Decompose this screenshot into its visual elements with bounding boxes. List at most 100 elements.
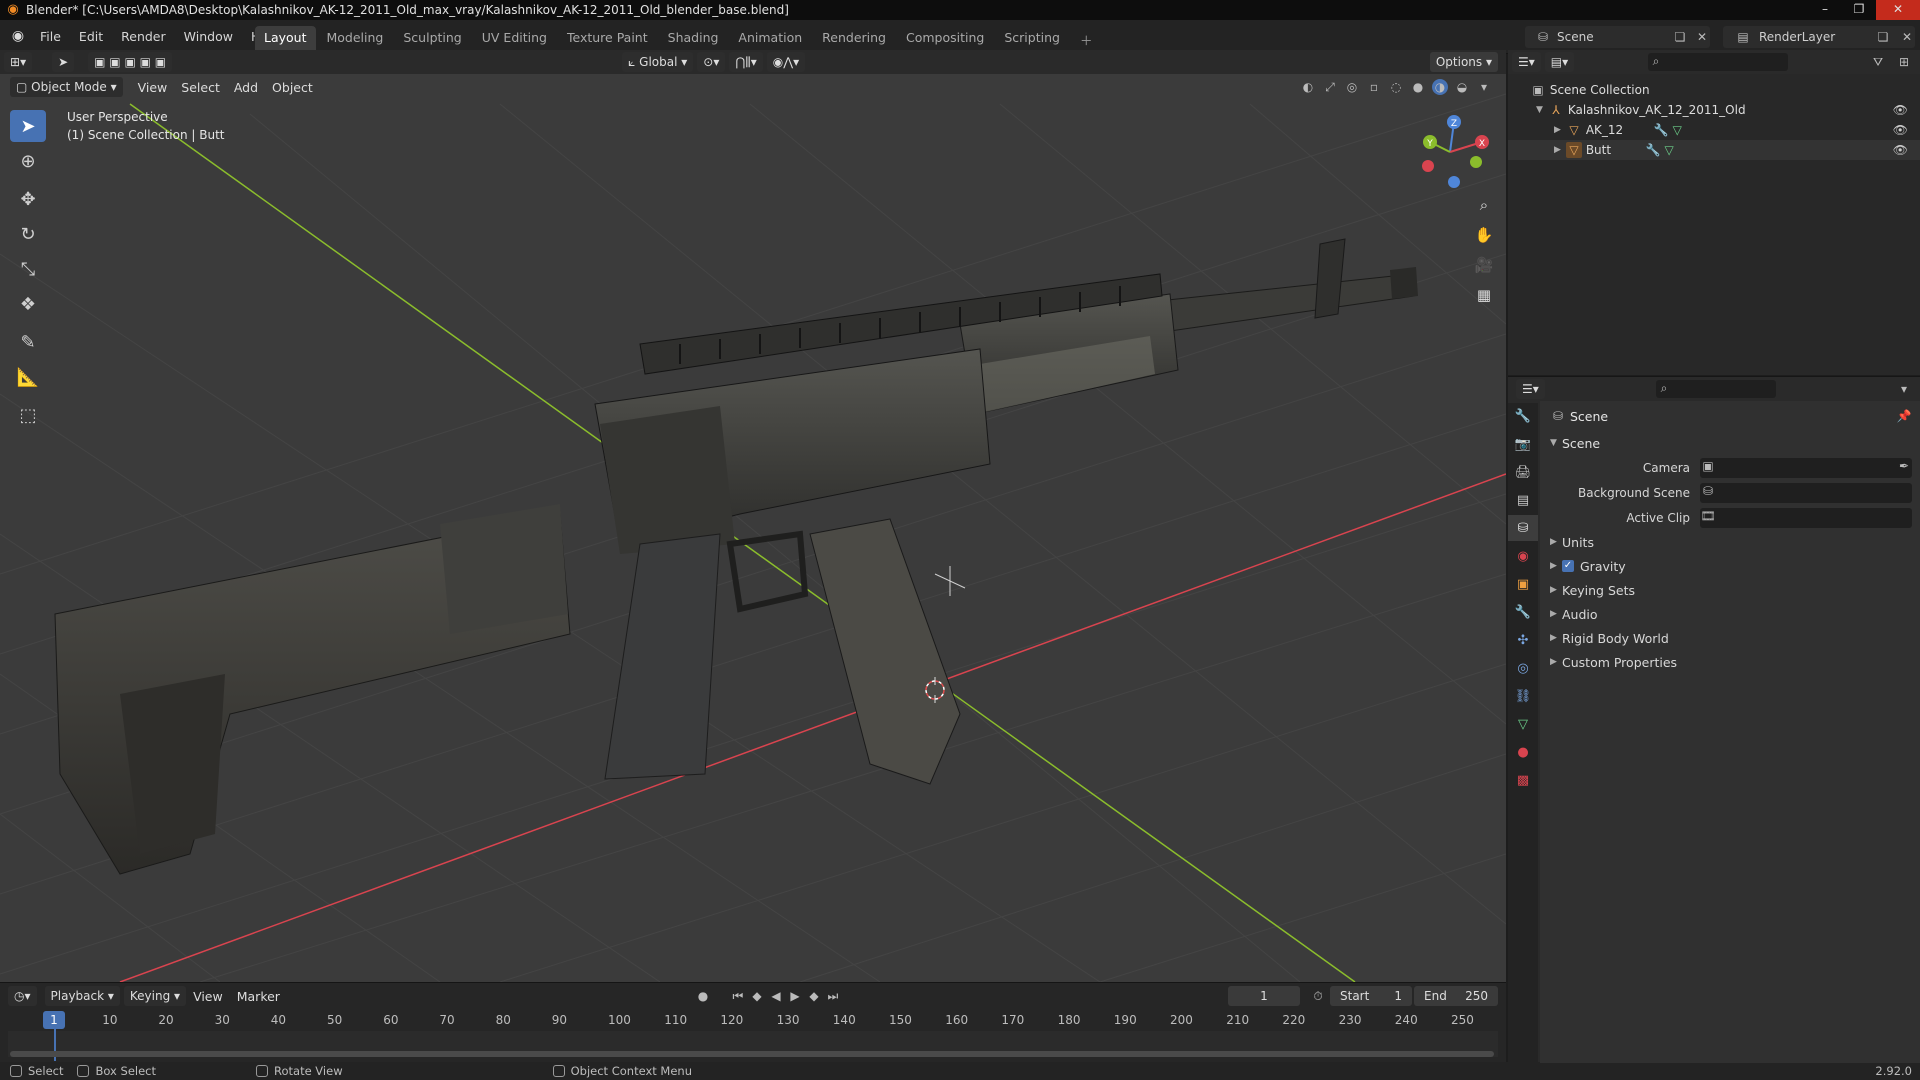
expand-down-icon[interactable]: ▼ bbox=[1536, 105, 1548, 115]
editor-type-button[interactable]: ⊞ ▾ bbox=[4, 52, 33, 72]
timeline-menu-marker[interactable]: Marker bbox=[230, 989, 287, 1004]
gravity-checkbox[interactable]: ✓ bbox=[1562, 560, 1574, 572]
transform-orientation-select[interactable]: ⟀ Global ▾ bbox=[622, 52, 694, 72]
material-tab-icon[interactable]: ● bbox=[1508, 739, 1538, 765]
current-frame-field[interactable]: 1 bbox=[1228, 986, 1300, 1006]
jump-start-icon[interactable]: ⏮ bbox=[730, 988, 746, 1004]
zoom-icon[interactable]: ⌕ bbox=[1470, 192, 1498, 218]
tab-texture-paint[interactable]: Texture Paint bbox=[558, 26, 657, 53]
pan-hand-icon[interactable]: ✋ bbox=[1470, 222, 1498, 248]
menu-render[interactable]: Render bbox=[113, 26, 174, 47]
move-tool-icon[interactable]: ✥ bbox=[10, 183, 46, 215]
add-workspace-icon[interactable]: ＋ bbox=[1071, 26, 1102, 53]
render-tab-icon[interactable]: 📷 bbox=[1508, 431, 1538, 457]
play-reverse-icon[interactable]: ◀ bbox=[768, 988, 784, 1004]
playback-menu[interactable]: Playback ▾ bbox=[44, 986, 120, 1006]
viewport-menu-add[interactable]: Add bbox=[227, 80, 265, 95]
pin-icon[interactable]: 📌 bbox=[1896, 408, 1912, 424]
transform-tool-icon[interactable]: ❖ bbox=[10, 288, 46, 320]
renderlayer-selector[interactable]: ▤ RenderLayer ❏ ✕ bbox=[1723, 26, 1915, 48]
expand-right-icon[interactable]: ▶ bbox=[1554, 145, 1566, 155]
pivot-point-button[interactable]: ⊙ ▾ bbox=[697, 52, 726, 72]
eyedropper-icon[interactable]: ✒ bbox=[1896, 458, 1912, 474]
new-collection-icon[interactable]: ⊞ bbox=[1896, 54, 1912, 70]
timeline-menu-view[interactable]: View bbox=[186, 989, 230, 1004]
keying-sets-panel[interactable]: ▶ Keying Sets bbox=[1540, 578, 1920, 602]
outliner-row-scene-collection[interactable]: ▣ Scene Collection bbox=[1508, 80, 1920, 100]
playhead[interactable]: 1 bbox=[43, 1011, 65, 1029]
visibility-eye-icon[interactable]: 👁 bbox=[1893, 103, 1908, 117]
outliner-editor-type-button[interactable]: ☰ ▾ bbox=[1512, 52, 1541, 72]
output-tab-icon[interactable]: 🖨 bbox=[1508, 459, 1538, 485]
tab-scripting[interactable]: Scripting bbox=[995, 26, 1069, 53]
display-mode-button[interactable]: ▤ ▾ bbox=[1544, 52, 1575, 72]
play-icon[interactable]: ▶ bbox=[787, 988, 803, 1004]
annotate-tool-icon[interactable]: ✎ bbox=[10, 326, 46, 358]
cursor-tool-icon[interactable]: ⊕ bbox=[10, 145, 46, 177]
particles-tab-icon[interactable]: ✣ bbox=[1508, 627, 1538, 653]
perspective-toggle-icon[interactable]: ▦ bbox=[1470, 282, 1498, 308]
measure-tool-icon[interactable]: 📐 bbox=[10, 361, 46, 393]
tab-uv-editing[interactable]: UV Editing bbox=[473, 26, 556, 53]
solid-shading-icon[interactable]: ● bbox=[1410, 79, 1426, 95]
material-shading-icon[interactable]: ◑ bbox=[1432, 79, 1448, 95]
remove-icon[interactable]: ✕ bbox=[1899, 29, 1915, 45]
tab-animation[interactable]: Animation bbox=[729, 26, 811, 53]
remove-icon[interactable]: ✕ bbox=[1694, 29, 1710, 45]
prev-keyframe-icon[interactable]: ◆ bbox=[749, 988, 765, 1004]
tab-layout[interactable]: Layout bbox=[255, 26, 316, 53]
3d-viewport[interactable]: ▢ Object Mode ▾ View Select Add Object ◐… bbox=[0, 74, 1506, 982]
properties-search-input[interactable]: ⌕ bbox=[1656, 380, 1776, 398]
timeline-scrollbar[interactable] bbox=[10, 1051, 1494, 1057]
menu-window[interactable]: Window bbox=[176, 26, 241, 47]
expand-right-icon[interactable]: ▶ bbox=[1554, 125, 1566, 135]
physics-tab-icon[interactable]: ◎ bbox=[1508, 655, 1538, 681]
active-clip-field[interactable]: 🎞 bbox=[1700, 507, 1912, 528]
gravity-panel[interactable]: ▶ ✓ Gravity bbox=[1540, 554, 1920, 578]
tab-modeling[interactable]: Modeling bbox=[318, 26, 393, 53]
outliner-row-collection[interactable]: ▼ ⅄ Kalashnikov_AK_12_2011_Old 👁 bbox=[1508, 100, 1920, 120]
mode-select[interactable]: ▢ Object Mode ▾ bbox=[10, 77, 123, 97]
object-tab-icon[interactable]: ▣ bbox=[1508, 571, 1538, 597]
rifle-model[interactable] bbox=[54, 238, 1418, 875]
visibility-icon[interactable]: ◐ bbox=[1300, 79, 1316, 95]
viewport-menu-object[interactable]: Object bbox=[265, 80, 320, 95]
outliner-search-input[interactable]: ⌕ bbox=[1648, 53, 1788, 71]
filter-icon[interactable]: ⛛ bbox=[1870, 54, 1886, 70]
start-frame-field[interactable]: Start 1 bbox=[1330, 986, 1412, 1006]
outliner-row-butt[interactable]: ▶ ▽ Butt 🔧 ▽ 👁 bbox=[1508, 140, 1920, 160]
tool-tab-icon[interactable]: 🔧 bbox=[1508, 403, 1538, 429]
jump-end-icon[interactable]: ⏭ bbox=[825, 988, 841, 1004]
properties-editor-type-button[interactable]: ☰ ▾ bbox=[1516, 379, 1545, 399]
close-window-button[interactable]: ✕ bbox=[1876, 0, 1920, 20]
scene-tab-icon[interactable]: ⛁ bbox=[1508, 515, 1538, 541]
tab-sculpting[interactable]: Sculpting bbox=[394, 26, 470, 53]
add-cube-tool-icon[interactable]: ⬚ bbox=[10, 399, 46, 431]
proportional-edit-button[interactable]: ◉ ⋀▾ bbox=[766, 52, 806, 72]
units-panel[interactable]: ▶ Units bbox=[1540, 530, 1920, 554]
record-icon[interactable]: ● bbox=[695, 988, 711, 1004]
options-dropdown-icon[interactable]: ▾ bbox=[1896, 381, 1912, 397]
minimize-button[interactable]: – bbox=[1808, 0, 1842, 20]
tab-compositing[interactable]: Compositing bbox=[897, 26, 993, 53]
timeline-editor-type-button[interactable]: ◷ ▾ bbox=[8, 986, 37, 1006]
data-tab-icon[interactable]: ▽ bbox=[1508, 711, 1538, 737]
viewport-menu-select[interactable]: Select bbox=[174, 80, 227, 95]
menu-edit[interactable]: Edit bbox=[71, 26, 111, 47]
visibility-eye-icon[interactable]: 👁 bbox=[1893, 143, 1908, 157]
scene-panel-header[interactable]: ▼ Scene bbox=[1540, 431, 1920, 455]
end-frame-field[interactable]: End 250 bbox=[1414, 986, 1498, 1006]
wireframe-shading-icon[interactable]: ◌ bbox=[1388, 79, 1404, 95]
visibility-eye-icon[interactable]: 👁 bbox=[1893, 123, 1908, 137]
viewport-menu-view[interactable]: View bbox=[131, 80, 175, 95]
stopwatch-icon[interactable]: ⏱ bbox=[1310, 988, 1326, 1004]
outliner-row-ak12[interactable]: ▶ ▽ AK_12 🔧 ▽ 👁 bbox=[1508, 120, 1920, 140]
restore-button[interactable]: ❐ bbox=[1842, 0, 1876, 20]
custom-properties-panel[interactable]: ▶ Custom Properties bbox=[1540, 650, 1920, 674]
copy-icon[interactable]: ❏ bbox=[1672, 29, 1688, 45]
timeline-editor[interactable]: ◷ ▾ Playback ▾ Keying ▾ View Marker ● ⏮ ◆… bbox=[0, 982, 1506, 1062]
copy-icon[interactable]: ❏ bbox=[1875, 29, 1891, 45]
camera-field[interactable]: ▣ ✒ bbox=[1700, 457, 1912, 478]
options-button[interactable]: Options ▾ bbox=[1429, 52, 1498, 72]
view-layer-tab-icon[interactable]: ▤ bbox=[1508, 487, 1538, 513]
